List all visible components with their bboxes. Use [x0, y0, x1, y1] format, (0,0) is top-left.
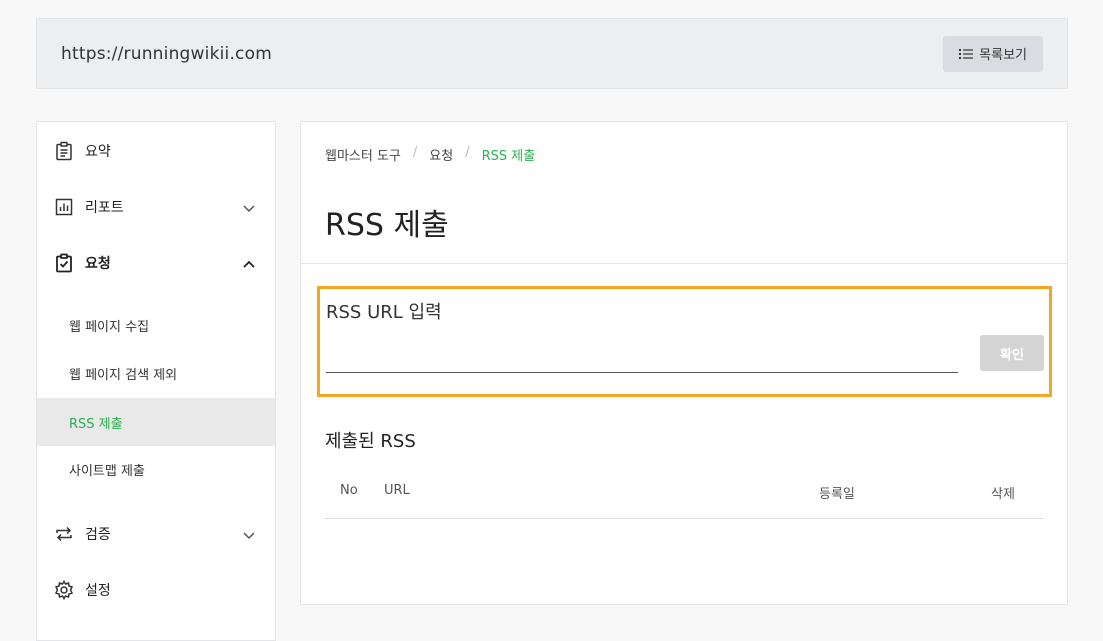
chevron-up-icon [243, 254, 255, 273]
sidebar-item-settings[interactable]: 설정 [37, 562, 275, 618]
header-divider [301, 263, 1067, 264]
rss-input-label: RSS URL 입력 [326, 302, 442, 323]
breadcrumb-separator: / [465, 145, 470, 160]
site-bar: https://runningwikii.com 목록보기 [36, 18, 1068, 89]
breadcrumb: 웹마스터 도구 / 요청 / RSS 제출 [325, 145, 535, 164]
rss-url-input[interactable] [326, 341, 958, 373]
column-header-date: 등록일 [819, 487, 855, 502]
breadcrumb-item-request[interactable]: 요청 [429, 145, 453, 164]
main-panel: 웹마스터 도구 / 요청 / RSS 제출 RSS 제출 RSS URL 입력 … [300, 121, 1068, 605]
chevron-down-icon [243, 198, 255, 217]
sidebar-item-label: 리포트 [85, 200, 124, 216]
breadcrumb-item-current: RSS 제출 [481, 149, 536, 164]
site-url: https://runningwikii.com [61, 43, 272, 64]
clipboard-check-icon [53, 252, 75, 274]
sidebar-subitem-page-exclude[interactable]: 웹 페이지 검색 제외 [37, 349, 275, 397]
submitted-rss-title: 제출된 RSS [325, 431, 416, 452]
column-header-no: No [340, 483, 358, 498]
sidebar-subitem-sitemap-submit[interactable]: 사이트맵 제출 [37, 445, 275, 493]
chart-icon [53, 196, 75, 218]
clipboard-icon [53, 140, 75, 162]
list-view-button[interactable]: 목록보기 [943, 35, 1043, 72]
sidebar-item-label: 검증 [85, 527, 111, 543]
sidebar-subitem-page-crawl[interactable]: 웹 페이지 수집 [37, 301, 275, 349]
repeat-icon [53, 523, 75, 545]
sidebar-item-summary[interactable]: 요약 [37, 123, 275, 179]
list-icon [959, 48, 974, 60]
sidebar-item-label: 설정 [85, 583, 111, 599]
chevron-down-icon [243, 525, 255, 544]
sidebar-item-label: 요약 [85, 144, 111, 160]
column-header-url: URL [384, 483, 410, 498]
gear-icon [53, 579, 75, 601]
sidebar-item-verify[interactable]: 검증 [37, 506, 275, 562]
rss-input-section: RSS URL 입력 확인 [317, 286, 1052, 397]
sidebar: 요약 리포트 요청 웹 페이지 수집 웹 페이지 검색 제외 RSS 제출 사이… [36, 121, 276, 641]
column-header-delete: 삭제 [991, 487, 1015, 502]
breadcrumb-separator: / [412, 145, 418, 160]
table-header: No URL 등록일 삭제 [325, 471, 1043, 519]
page-title: RSS 제출 [325, 208, 449, 243]
sidebar-item-request[interactable]: 요청 [37, 235, 275, 291]
breadcrumb-item-webmaster[interactable]: 웹마스터 도구 [325, 145, 401, 164]
sidebar-subitem-rss-submit[interactable]: RSS 제출 [37, 398, 275, 446]
sidebar-item-report[interactable]: 리포트 [37, 179, 275, 235]
list-view-label: 목록보기 [979, 48, 1027, 63]
confirm-button[interactable]: 확인 [980, 335, 1044, 371]
sidebar-item-label: 요청 [85, 256, 111, 272]
